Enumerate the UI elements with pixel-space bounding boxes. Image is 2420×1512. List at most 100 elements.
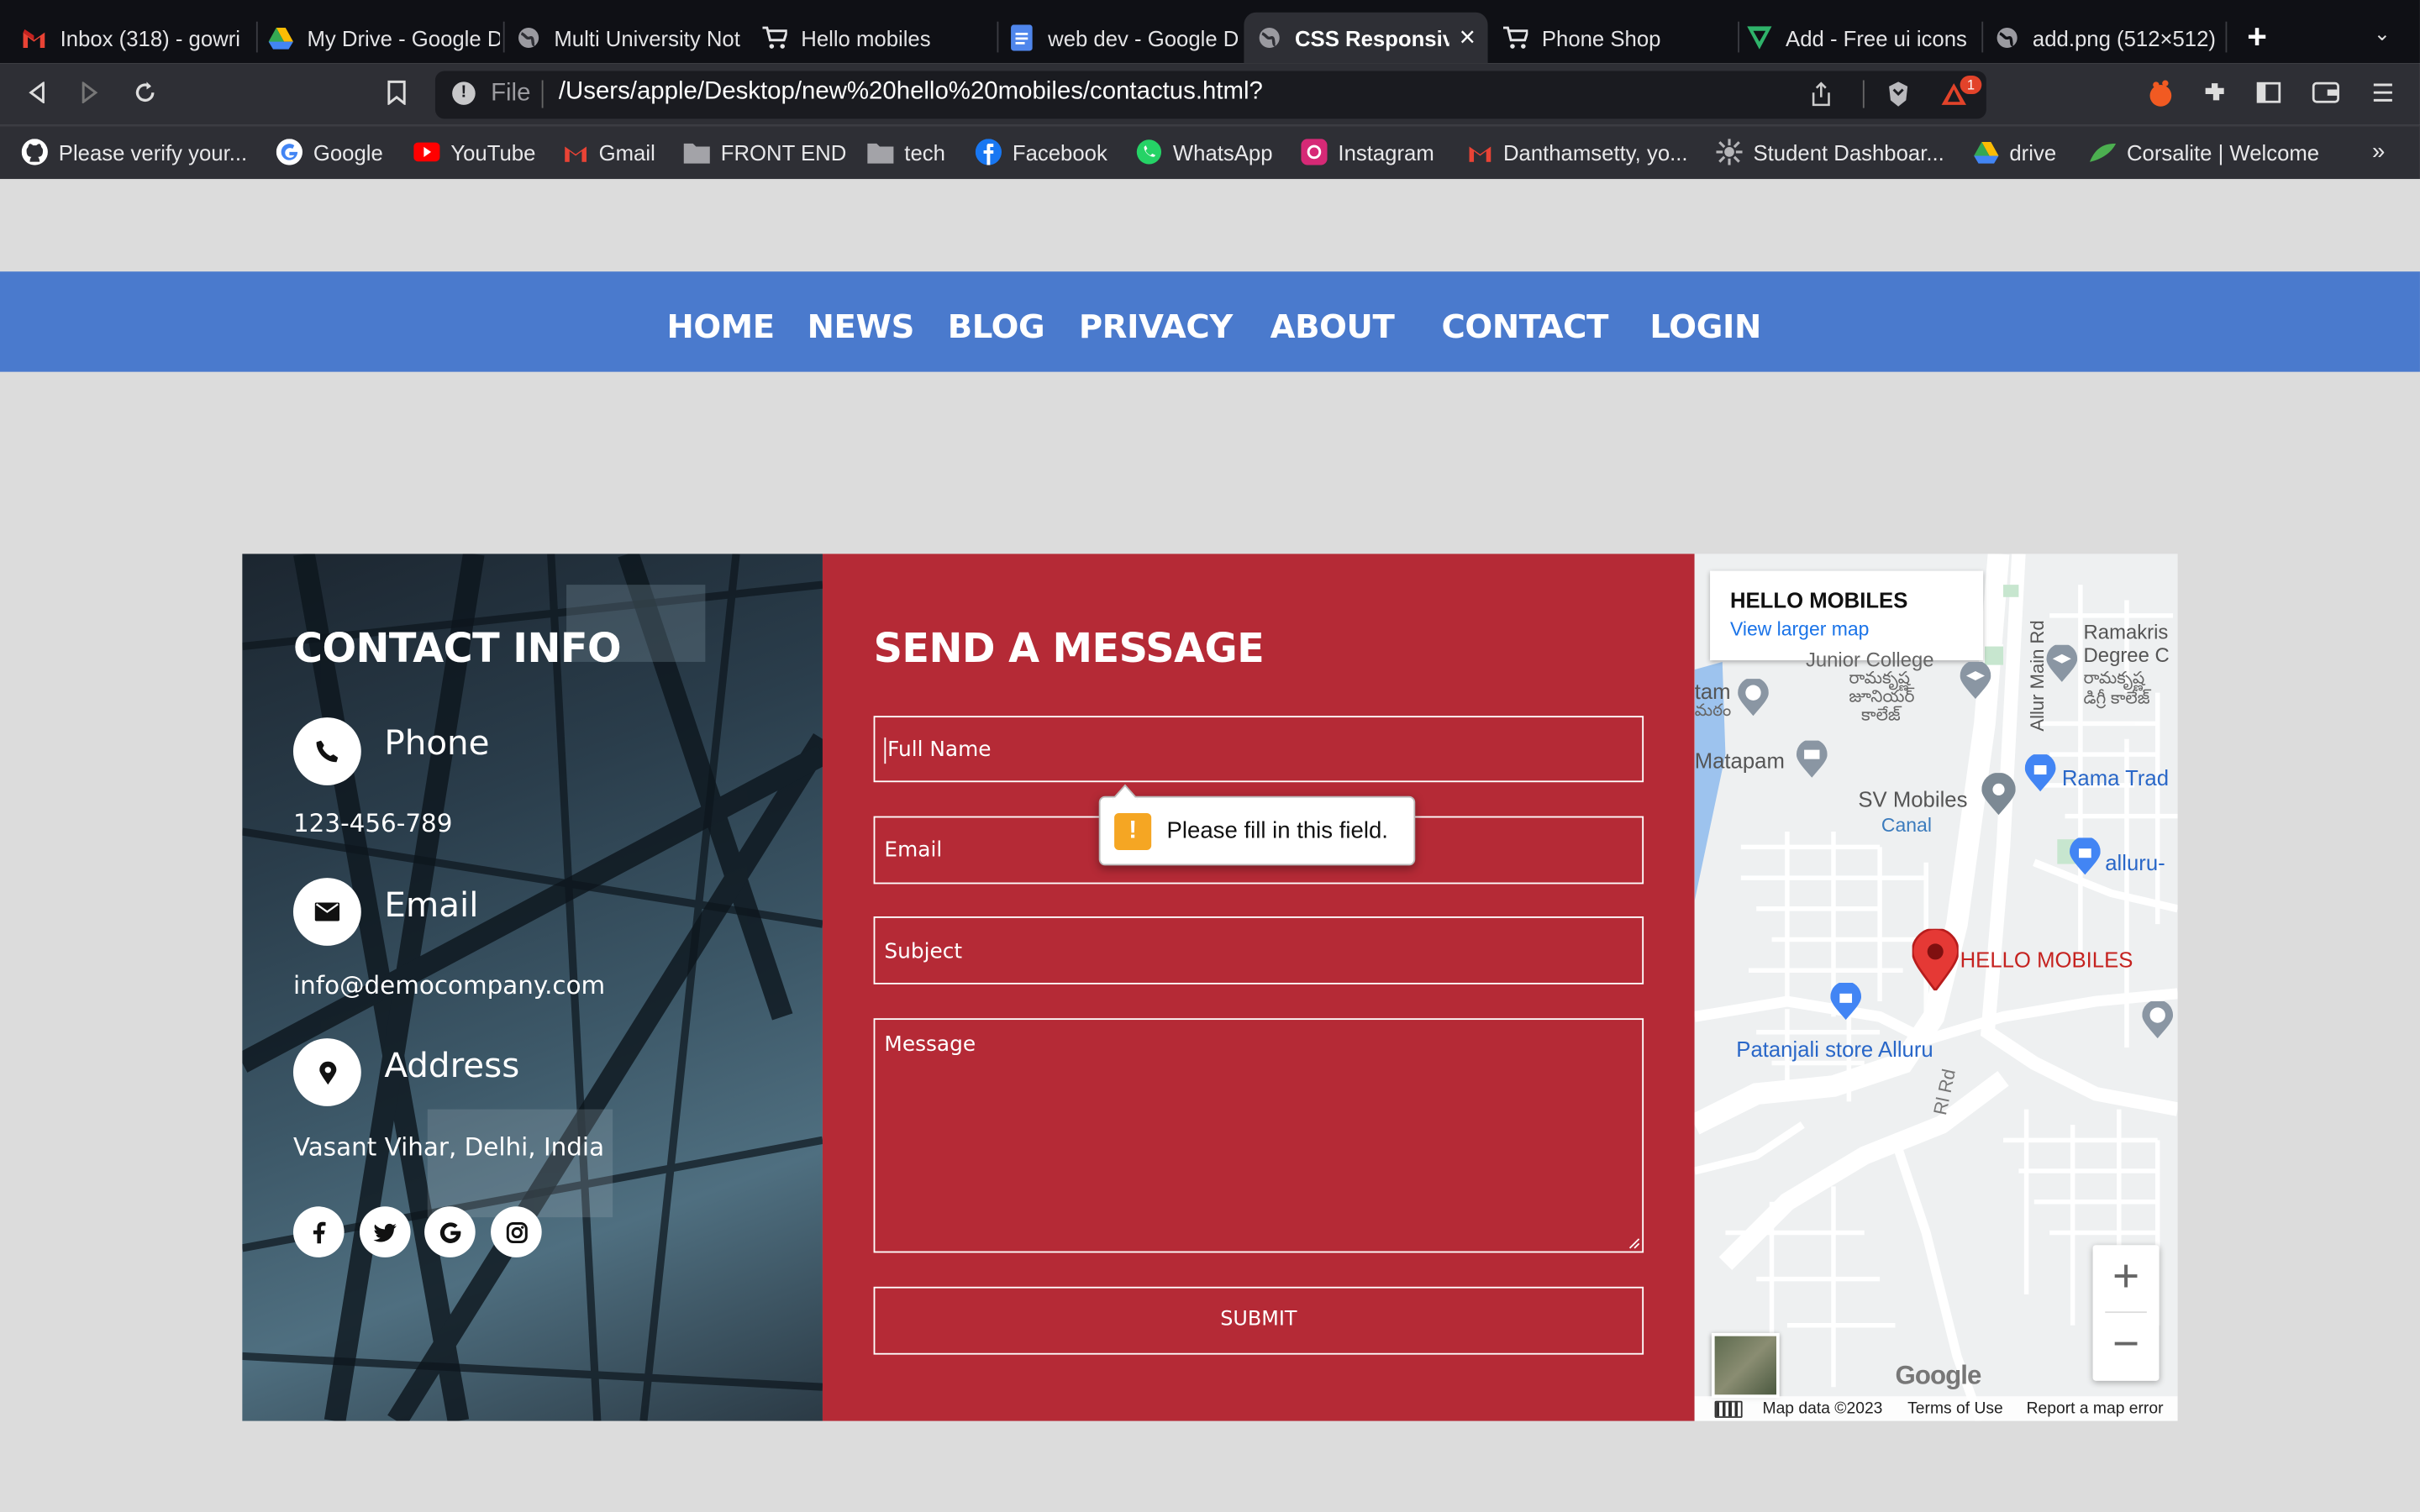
bookmark-item[interactable]: Danthamsetty, yo... — [1466, 139, 1688, 165]
back-button[interactable] — [22, 81, 53, 112]
phone-icon — [292, 717, 361, 785]
bookmark-item[interactable]: WhatsApp — [1136, 139, 1273, 165]
wallet-icon[interactable] — [2311, 81, 2342, 112]
facebook-icon — [975, 139, 1002, 165]
tab-web-dev[interactable]: web dev - Google D — [1009, 13, 1238, 64]
map-label: Matapam — [1694, 748, 1785, 774]
tab-hello-mobiles[interactable]: Hello mobiles — [762, 13, 991, 64]
gmail-icon — [1466, 139, 1492, 165]
menu-icon[interactable] — [2367, 81, 2398, 112]
globe-icon — [1256, 25, 1281, 50]
sidebar-icon[interactable] — [2254, 81, 2285, 112]
bookmark-item[interactable]: Student Dashboar... — [1716, 139, 1944, 165]
map-label: డిగ్రీ కాలేజ్ — [2083, 690, 2150, 709]
tab-title: add.png (512×512) — [2032, 25, 2216, 50]
full-name-input[interactable]: Full Name — [873, 716, 1644, 783]
text-cursor — [884, 737, 886, 764]
tab-search-chevron-icon[interactable]: ⌄ — [2374, 22, 2391, 46]
bookmark-item[interactable]: Facebook — [975, 139, 1107, 165]
zoom-out-button[interactable]: − — [2093, 1313, 2160, 1379]
nav-about[interactable]: ABOUT — [1270, 308, 1395, 345]
email-value: info@democompany.com — [292, 970, 606, 1000]
notification-badge: 1 — [1960, 75, 1982, 95]
tab-separator — [997, 21, 999, 53]
map-label: మఠం — [1694, 701, 1732, 721]
submit-button[interactable]: SUBMIT — [873, 1286, 1644, 1355]
subject-input[interactable]: Subject — [873, 916, 1644, 984]
validation-tooltip: ! Please fill in this field. — [1098, 784, 1416, 866]
address-bar[interactable]: ! File /Users/apple/Desktop/new%20hello%… — [434, 71, 1986, 119]
tab-separator — [1738, 21, 1739, 53]
view-larger-map-link[interactable]: View larger map — [1730, 619, 1869, 641]
browser-tab-bar: Inbox (318) - gowri My Drive - Google D … — [0, 0, 2420, 64]
brave-lion-icon[interactable] — [2145, 80, 2176, 112]
gmail-icon — [562, 139, 588, 165]
map-place-card: HELLO MOBILES View larger map — [1710, 570, 1984, 661]
zoom-in-button[interactable]: + — [2093, 1245, 2160, 1311]
tab-title: CSS Responsiv — [1294, 25, 1449, 50]
terms-of-use-link[interactable]: Terms of Use — [1907, 1399, 2003, 1418]
nav-blog[interactable]: BLOG — [948, 308, 1045, 345]
nav-news[interactable]: NEWS — [808, 308, 915, 345]
full-name-placeholder: Full Name — [887, 737, 992, 763]
nav-contact[interactable]: CONTACT — [1441, 308, 1608, 345]
nav-home[interactable]: HOME — [666, 308, 775, 345]
tab-phone-shop[interactable]: Phone Shop — [1502, 13, 1732, 64]
report-map-error-link[interactable]: Report a map error — [2027, 1399, 2164, 1418]
bookmark-label: Corsalite | Welcome — [2126, 139, 2320, 165]
bookmark-label: FRONT END — [720, 139, 847, 165]
contact-info-panel: CONTACT INFO Phone 123-456-789 Email inf… — [242, 554, 823, 1421]
bookmark-label: Danthamsetty, yo... — [1502, 139, 1688, 165]
zoom-controls: + − — [2092, 1245, 2160, 1381]
phone-label: Phone — [384, 725, 490, 764]
bookmark-label: Gmail — [598, 139, 655, 165]
map-label: tam — [1694, 679, 1731, 704]
embedded-map[interactable]: HELLO MOBILES View larger map Ramakris D… — [1694, 554, 2178, 1421]
keyboard-shortcuts-icon[interactable] — [1714, 1400, 1743, 1418]
new-tab-button[interactable]: + — [2247, 17, 2267, 57]
google-drive-icon — [1972, 139, 1998, 165]
red-map-marker-icon[interactable] — [1912, 928, 1959, 991]
google-icon[interactable] — [424, 1206, 476, 1257]
tab-google-drive[interactable]: My Drive - Google D — [268, 13, 500, 64]
bookmark-item[interactable]: Please verify your... — [21, 139, 247, 165]
more-bookmarks-button[interactable]: » — [2372, 139, 2385, 165]
share-icon[interactable] — [1810, 81, 1832, 114]
message-placeholder: Message — [884, 1032, 976, 1058]
resize-handle-icon[interactable] — [1628, 1237, 1641, 1250]
bookmark-icon[interactable] — [381, 80, 413, 112]
bookmark-item[interactable]: Google — [276, 139, 383, 165]
instagram-icon[interactable] — [491, 1206, 542, 1257]
forward-button[interactable] — [74, 81, 105, 112]
tab-free-ui-icons[interactable]: Add - Free ui icons — [1747, 13, 1979, 64]
extensions-icon[interactable] — [2199, 81, 2230, 112]
bookmark-item[interactable]: Instagram — [1301, 139, 1434, 165]
message-textarea[interactable]: Message — [873, 1018, 1644, 1253]
tab-add-png[interactable]: add.png (512×512) — [1994, 13, 2226, 64]
close-tab-icon[interactable]: × — [1460, 22, 1476, 55]
tab-title: Phone Shop — [1541, 25, 1661, 50]
tab-multi-university[interactable]: Multi University Not — [515, 13, 744, 64]
brave-shield-icon[interactable] — [1886, 81, 1910, 116]
bookmark-item[interactable]: tech — [867, 139, 945, 165]
nav-privacy[interactable]: PRIVACY — [1079, 308, 1233, 345]
twitter-icon[interactable] — [359, 1206, 411, 1257]
bookmark-item[interactable]: YouTube — [413, 139, 535, 165]
bookmark-item[interactable]: Corsalite | Welcome — [2089, 139, 2320, 165]
tab-title: Multi University Not — [554, 25, 740, 50]
bookmark-item[interactable]: Gmail — [562, 139, 655, 165]
shopping-pin-icon — [2070, 837, 2101, 875]
tab-css-responsive[interactable]: CSS Responsiv × — [1244, 12, 1488, 64]
url-scheme: File — [491, 80, 531, 107]
nav-login[interactable]: LOGIN — [1649, 308, 1761, 345]
info-icon[interactable]: ! — [452, 81, 476, 105]
tab-gmail[interactable]: Inbox (318) - gowri — [22, 13, 254, 64]
tab-separator — [255, 21, 258, 53]
reload-button[interactable] — [129, 81, 160, 112]
bookmark-item[interactable]: drive — [1972, 139, 2056, 165]
satellite-toggle-button[interactable] — [1711, 1332, 1780, 1399]
bookmark-item[interactable]: FRONT END — [683, 139, 847, 165]
facebook-icon[interactable] — [292, 1206, 345, 1257]
map-label: Allur Main Rd — [2026, 620, 2049, 732]
tab-title: Hello mobiles — [801, 25, 931, 50]
